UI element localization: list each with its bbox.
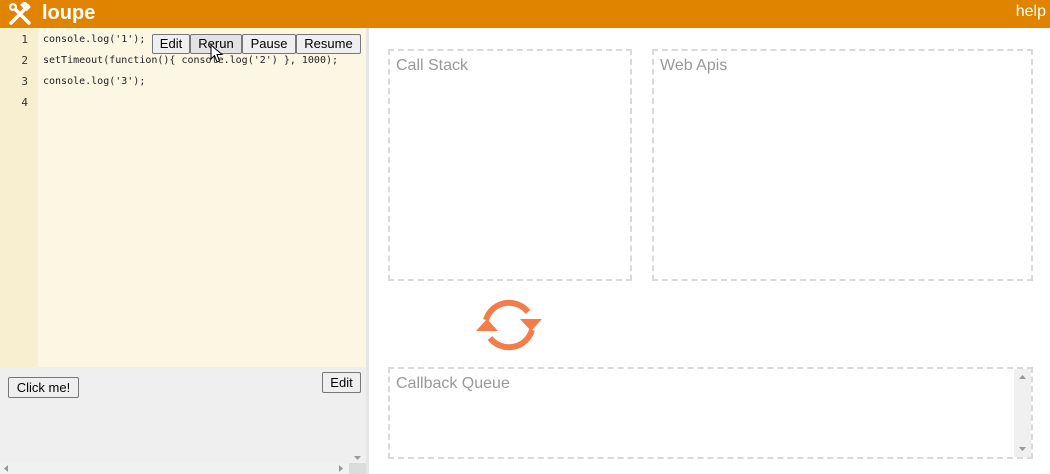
resume-button[interactable]: Resume bbox=[296, 34, 361, 54]
line-number: 2 bbox=[21, 54, 28, 67]
scroll-right-arrow-icon[interactable] bbox=[336, 464, 345, 473]
call-stack-panel: Call Stack bbox=[388, 49, 632, 281]
callback-queue-panel: Callback Queue bbox=[388, 367, 1033, 459]
top-bar: loupe help bbox=[0, 0, 1050, 28]
edit-button[interactable]: Edit bbox=[152, 34, 190, 54]
help-link[interactable]: help bbox=[1016, 0, 1046, 24]
scroll-down-arrow-icon[interactable] bbox=[349, 442, 366, 463]
preview-panel: Click me! Edit bbox=[0, 367, 366, 474]
line-gutter: 1 2 3 4 bbox=[0, 28, 38, 367]
call-stack-title: Call Stack bbox=[396, 57, 469, 74]
click-me-button[interactable]: Click me! bbox=[8, 377, 79, 398]
pause-button[interactable]: Pause bbox=[242, 34, 296, 54]
code-line[interactable]: setTimeout(function(){ console.log('2') … bbox=[43, 55, 338, 66]
horizontal-scrollbar[interactable] bbox=[0, 463, 349, 474]
web-apis-panel: Web Apis bbox=[652, 49, 1033, 281]
callback-queue-scrollbar[interactable] bbox=[1014, 369, 1031, 457]
hammer-wrench-icon bbox=[9, 2, 31, 25]
web-apis-title: Web Apis bbox=[660, 57, 728, 74]
scroll-left-arrow-icon[interactable] bbox=[2, 464, 11, 473]
line-number: 1 bbox=[21, 33, 28, 46]
app-title: loupe bbox=[42, 2, 96, 24]
scroll-corner bbox=[349, 463, 366, 474]
panel-divider[interactable] bbox=[366, 28, 369, 474]
code-editor[interactable]: 1 2 3 4 console.log('1'); setTimeout(fun… bbox=[0, 28, 366, 367]
scroll-down-arrow-icon[interactable] bbox=[1018, 444, 1027, 453]
line-number: 3 bbox=[21, 75, 28, 88]
event-loop-icon bbox=[476, 299, 542, 351]
line-number: 4 bbox=[21, 96, 28, 109]
html-edit-button[interactable]: Edit bbox=[322, 372, 361, 393]
mouse-cursor-icon bbox=[210, 44, 224, 63]
scroll-up-arrow-icon[interactable] bbox=[1018, 373, 1027, 382]
code-line[interactable]: console.log('3'); bbox=[43, 76, 145, 87]
code-line[interactable]: console.log('1'); bbox=[43, 34, 145, 45]
callback-queue-title: Callback Queue bbox=[396, 375, 510, 392]
